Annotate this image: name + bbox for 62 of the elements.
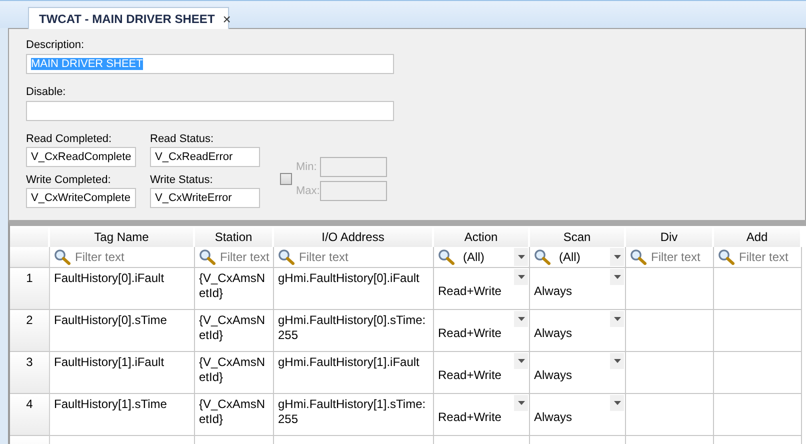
- table-cell: gHmi.FaultHistory[1].iFault: [274, 352, 434, 394]
- search-icon: [438, 249, 455, 265]
- table-cell: {V_CxAmsNetId}: [195, 310, 274, 352]
- document-tab[interactable]: TWCAT - MAIN DRIVER SHEET ×: [28, 7, 229, 29]
- row-number[interactable]: 3: [10, 352, 50, 394]
- text-field[interactable]: V_CxWriteError: [150, 188, 260, 208]
- disable-field[interactable]: [26, 101, 394, 121]
- text-field[interactable]: V_CxReadComplete: [26, 147, 136, 167]
- filter-field[interactable]: Filter text: [50, 247, 195, 268]
- table-cell: FaultHistory[0].sTime: [50, 310, 195, 352]
- text-field[interactable]: V_CxWriteComplete: [26, 188, 136, 208]
- dropdown-cell[interactable]: Read+Write: [438, 284, 502, 298]
- table-cell: gHmi.FaultHistory[0].iFault: [274, 268, 434, 310]
- search-icon: [54, 249, 71, 265]
- column-header[interactable]: Scan: [530, 227, 626, 247]
- table-cell: FaultHistory[1].sTime: [50, 394, 195, 436]
- close-tab-button[interactable]: ×: [222, 10, 231, 26]
- min-label: Min:: [296, 161, 318, 173]
- table-cell: {V_CxAmsNetId}: [195, 268, 274, 310]
- field-label: Description:: [26, 38, 84, 52]
- filter-field[interactable]: Filter text: [714, 247, 802, 268]
- dropdown-cell[interactable]: Read+Write: [438, 326, 502, 340]
- row-number[interactable]: 4: [10, 394, 50, 436]
- search-icon: [718, 249, 735, 265]
- filter-field[interactable]: Filter text: [626, 247, 714, 268]
- filter-dropdown[interactable]: (All): [434, 247, 530, 268]
- row-number[interactable]: 1: [10, 268, 50, 310]
- dropdown-cell[interactable]: Read+Write: [438, 410, 502, 424]
- table-cell: {V_CxAmsNetId}: [195, 394, 274, 436]
- dropdown-cell[interactable]: Always: [534, 284, 572, 298]
- search-icon: [199, 249, 216, 265]
- table-cell: {V_CxAmsNetId}: [195, 352, 274, 394]
- text-field[interactable]: V_CxReadError: [150, 147, 260, 167]
- dropdown-cell[interactable]: Read+Write: [438, 368, 502, 382]
- field-label: Read Status:: [150, 132, 214, 146]
- field-label: Read Completed:: [26, 132, 112, 146]
- search-icon: [278, 249, 295, 265]
- field-label: Disable:: [26, 85, 66, 99]
- field-label: Write Completed:: [26, 173, 111, 187]
- dropdown-cell[interactable]: Always: [534, 368, 572, 382]
- filter-field[interactable]: Filter text: [274, 247, 434, 268]
- table-cell: FaultHistory[1].iFault: [50, 352, 195, 394]
- row-header: [10, 247, 50, 268]
- column-header[interactable]: I/O Address: [274, 227, 434, 247]
- column-header[interactable]: Station: [195, 227, 274, 247]
- column-header[interactable]: Action: [434, 227, 530, 247]
- dropdown-cell[interactable]: Always: [534, 326, 572, 340]
- column-header[interactable]: Div: [626, 227, 714, 247]
- column-header[interactable]: Tag Name: [50, 227, 195, 247]
- max-label: Max:: [296, 185, 320, 197]
- table-cell: gHmi.FaultHistory[0].sTime:255: [274, 310, 434, 352]
- filter-field[interactable]: Filter text: [195, 247, 274, 268]
- search-icon: [534, 249, 551, 265]
- column-header[interactable]: Add: [714, 227, 802, 247]
- row-number[interactable]: 2: [10, 310, 50, 352]
- dropdown-cell[interactable]: Always: [534, 410, 572, 424]
- filter-dropdown[interactable]: (All): [530, 247, 626, 268]
- search-icon: [630, 249, 647, 265]
- max-field[interactable]: [320, 181, 387, 201]
- table-cell: FaultHistory[0].iFault: [50, 268, 195, 310]
- field-label: Write Status:: [150, 173, 213, 187]
- table-cell: gHmi.FaultHistory[1].sTime:255: [274, 394, 434, 436]
